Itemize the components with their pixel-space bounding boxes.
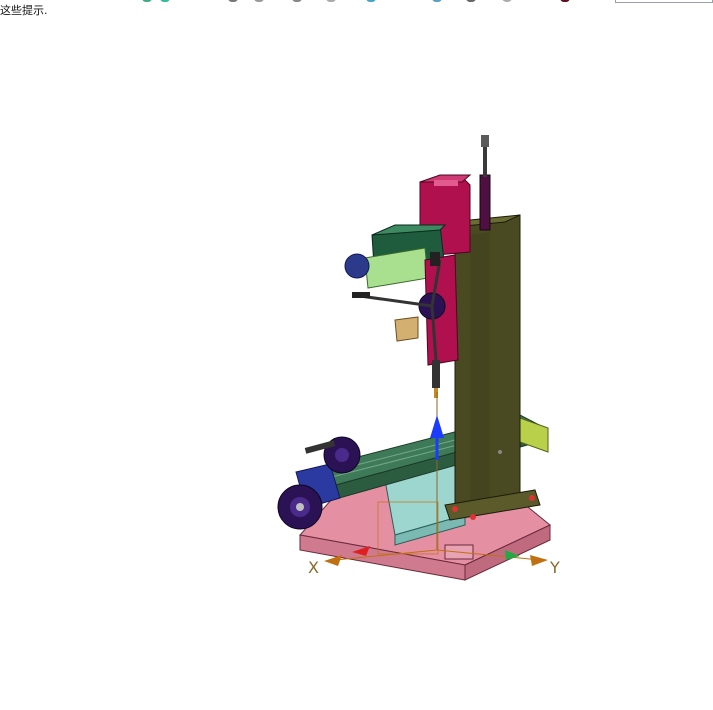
search-input[interactable] [615,0,713,3]
spindle-quill [394,316,419,342]
axis-x-label: X [308,558,319,577]
table-end-block [519,417,549,453]
refresh-icon[interactable] [160,0,170,2]
axis-y-label: Y [550,558,560,577]
pan-icon[interactable] [254,0,264,2]
toolbar [130,0,590,4]
handwheel-x[interactable] [277,484,323,530]
rotate-icon[interactable] [228,0,238,2]
render-icon[interactable] [466,0,476,2]
zoom-icon[interactable] [292,0,302,2]
view-icon[interactable] [142,0,152,2]
milling-machine-model[interactable] [0,20,713,706]
color-icon[interactable] [560,0,570,2]
axis-z-arrow [430,415,444,438]
z-axis-rod [479,135,491,231]
cutting-tool [432,360,440,398]
machine-column [444,214,541,521]
hint-text: 这些提示. [0,4,48,17]
measure-icon[interactable] [366,0,376,2]
3d-viewport[interactable]: X Y [0,20,713,706]
select-icon[interactable] [326,0,336,2]
section-icon[interactable] [432,0,442,2]
settings-icon[interactable] [502,0,512,2]
